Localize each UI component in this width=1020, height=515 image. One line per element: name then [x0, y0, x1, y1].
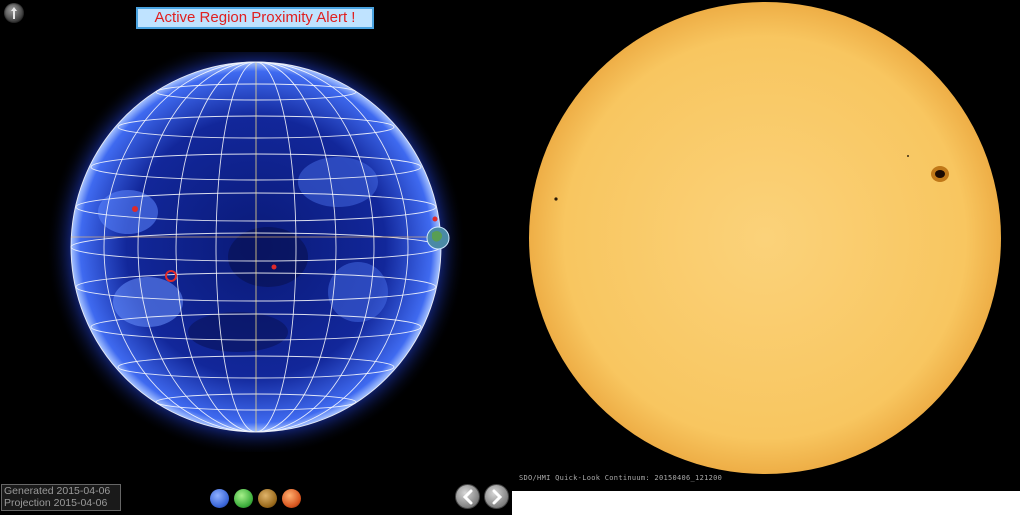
wavelength-blue-button[interactable] — [210, 489, 229, 508]
generated-label: Generated 2015-04-06 — [4, 485, 111, 497]
eit-viewer: Active Region Proximity Alert ! Generate… — [0, 0, 512, 515]
alert-banner[interactable]: Active Region Proximity Alert ! — [136, 7, 374, 29]
previous-button[interactable] — [455, 484, 480, 509]
generation-info: Generated 2015-04-06 Projection 2015-04-… — [1, 484, 121, 511]
footer-strip — [512, 491, 1020, 515]
chevron-left-icon — [462, 489, 473, 505]
next-button[interactable] — [484, 484, 509, 509]
home-button[interactable] — [4, 3, 24, 23]
wavelength-brown-button[interactable] — [258, 489, 277, 508]
sun-disk-hmi — [529, 2, 1001, 474]
pin-icon — [11, 7, 17, 19]
projection-label: Projection 2015-04-06 — [4, 497, 108, 509]
chevron-right-icon — [492, 489, 503, 505]
hmi-caption: SDO/HMI Quick-Look Continuum: 20150406_1… — [519, 474, 723, 482]
wavelength-orange-button[interactable] — [282, 489, 301, 508]
sun-disk-eit — [46, 52, 466, 452]
wavelength-green-button[interactable] — [234, 489, 253, 508]
